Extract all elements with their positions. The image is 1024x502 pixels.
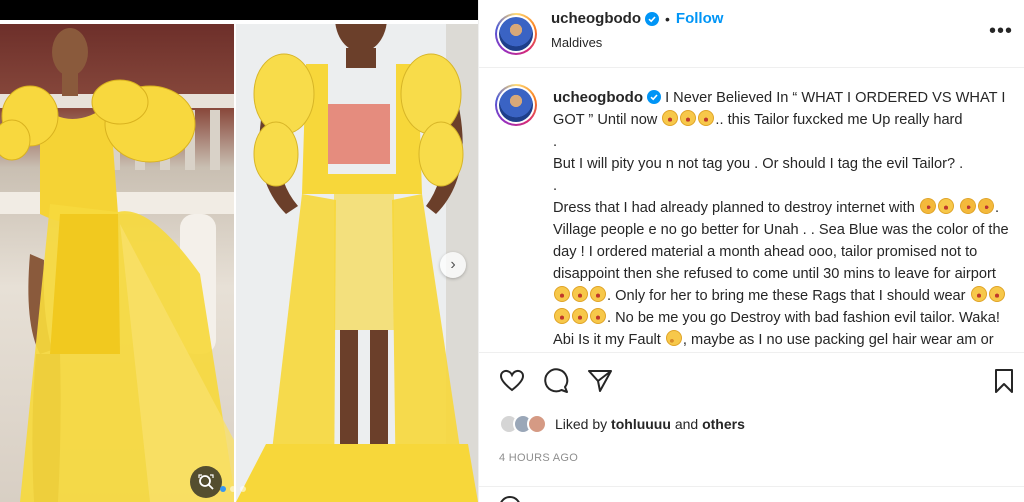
- grinning-sweat-emoji-icon: [662, 110, 679, 126]
- caption-text: .. this Tailor fuxcked me Up really hard: [715, 112, 963, 128]
- caption-paragraph-3: But I will pity you n not tag you . Or s…: [553, 156, 964, 172]
- grinning-sweat-emoji-icon: [698, 110, 715, 126]
- weary-emoji-icon: [590, 286, 606, 302]
- share-icon[interactable]: [587, 368, 613, 394]
- likes-and: and: [674, 416, 699, 432]
- zoom-icon: [198, 474, 214, 490]
- carousel-dot-2: [230, 486, 236, 492]
- weary-emoji-icon: [572, 308, 588, 324]
- weary-emoji-icon: [554, 308, 570, 324]
- avatar-image: [499, 88, 533, 122]
- post-location[interactable]: Maldives: [551, 35, 602, 50]
- save-icon[interactable]: [991, 368, 1017, 394]
- grinning-sweat-emoji-icon: [680, 110, 697, 126]
- comment-icon[interactable]: [543, 368, 569, 394]
- caption-username[interactable]: ucheogbodo: [553, 89, 643, 106]
- author-row: ucheogbodo • Follow: [551, 10, 723, 27]
- photo-left-art: [0, 28, 236, 502]
- liker-username[interactable]: tohluuuu: [611, 416, 671, 432]
- separator-bullet: •: [665, 10, 670, 27]
- media-top-bar: [0, 0, 478, 20]
- carousel-dot-1: [220, 486, 226, 492]
- weary-emoji-icon: [554, 286, 570, 302]
- chevron-right-icon: ›: [450, 256, 456, 273]
- caption-paragraph-1: ucheogbodo I Never Believed In “ WHAT I …: [553, 87, 1009, 131]
- author-username[interactable]: ucheogbodo: [551, 10, 641, 27]
- caption-paragraph-2: .: [553, 134, 558, 150]
- likes-text: Liked by tohluuuu and others: [555, 416, 745, 432]
- thinking-emoji-icon: [665, 330, 682, 346]
- divider: [479, 486, 1024, 487]
- post-caption: ucheogbodo I Never Believed In “ WHAT I …: [553, 87, 1009, 352]
- avatar-image: [499, 17, 533, 51]
- post-timestamp[interactable]: 4 HOURS AGO: [499, 452, 578, 464]
- weary-emoji-icon: [988, 286, 1005, 302]
- verified-icon: [645, 11, 659, 26]
- like-icon[interactable]: [499, 368, 525, 394]
- post-media: ›: [0, 0, 478, 502]
- weary-emoji-icon: [970, 286, 987, 302]
- emoji-icon[interactable]: [499, 496, 521, 502]
- weary-emoji-icon: [590, 308, 606, 324]
- post-details-panel: ucheogbodo • Follow Maldives ••• ucheogb…: [478, 0, 1024, 502]
- likes-others-link[interactable]: others: [702, 416, 745, 432]
- weary-emoji-icon: [572, 286, 588, 302]
- rofl-emoji-icon: [917, 195, 939, 217]
- caption-text: Dress that I had already planned to dest…: [553, 200, 915, 216]
- action-bar: [479, 354, 1024, 402]
- likes-summary: Liked by tohluuuu and others: [499, 414, 745, 434]
- caption-text: . Only for her to bring me these Rags th…: [607, 288, 966, 304]
- caption-author-avatar[interactable]: [495, 84, 537, 126]
- rofl-emoji-icon: [975, 195, 997, 217]
- likes-prefix: Liked by: [555, 416, 608, 432]
- liker-avatar[interactable]: [527, 414, 547, 434]
- rofl-emoji-icon: [957, 195, 979, 217]
- caption-paragraph-5: Dress that I had already planned to dest…: [553, 195, 1009, 352]
- verified-icon: [647, 90, 661, 104]
- carousel-dot-3: [240, 486, 246, 492]
- carousel-next-button[interactable]: ›: [440, 252, 466, 278]
- zoom-button[interactable]: [190, 466, 222, 498]
- comments-section: ucheogbodo I Never Believed In “ WHAT I …: [479, 69, 1024, 353]
- more-options-icon[interactable]: •••: [989, 20, 1013, 43]
- follow-button[interactable]: Follow: [676, 10, 724, 27]
- carousel-indicator: [220, 486, 246, 492]
- post-header: ucheogbodo • Follow Maldives •••: [479, 0, 1024, 68]
- author-avatar[interactable]: [495, 13, 537, 55]
- caption-paragraph-4: .: [553, 178, 558, 194]
- grinning-sweat-emoji-icon: [937, 198, 954, 214]
- photo-expected-dress: [0, 24, 236, 502]
